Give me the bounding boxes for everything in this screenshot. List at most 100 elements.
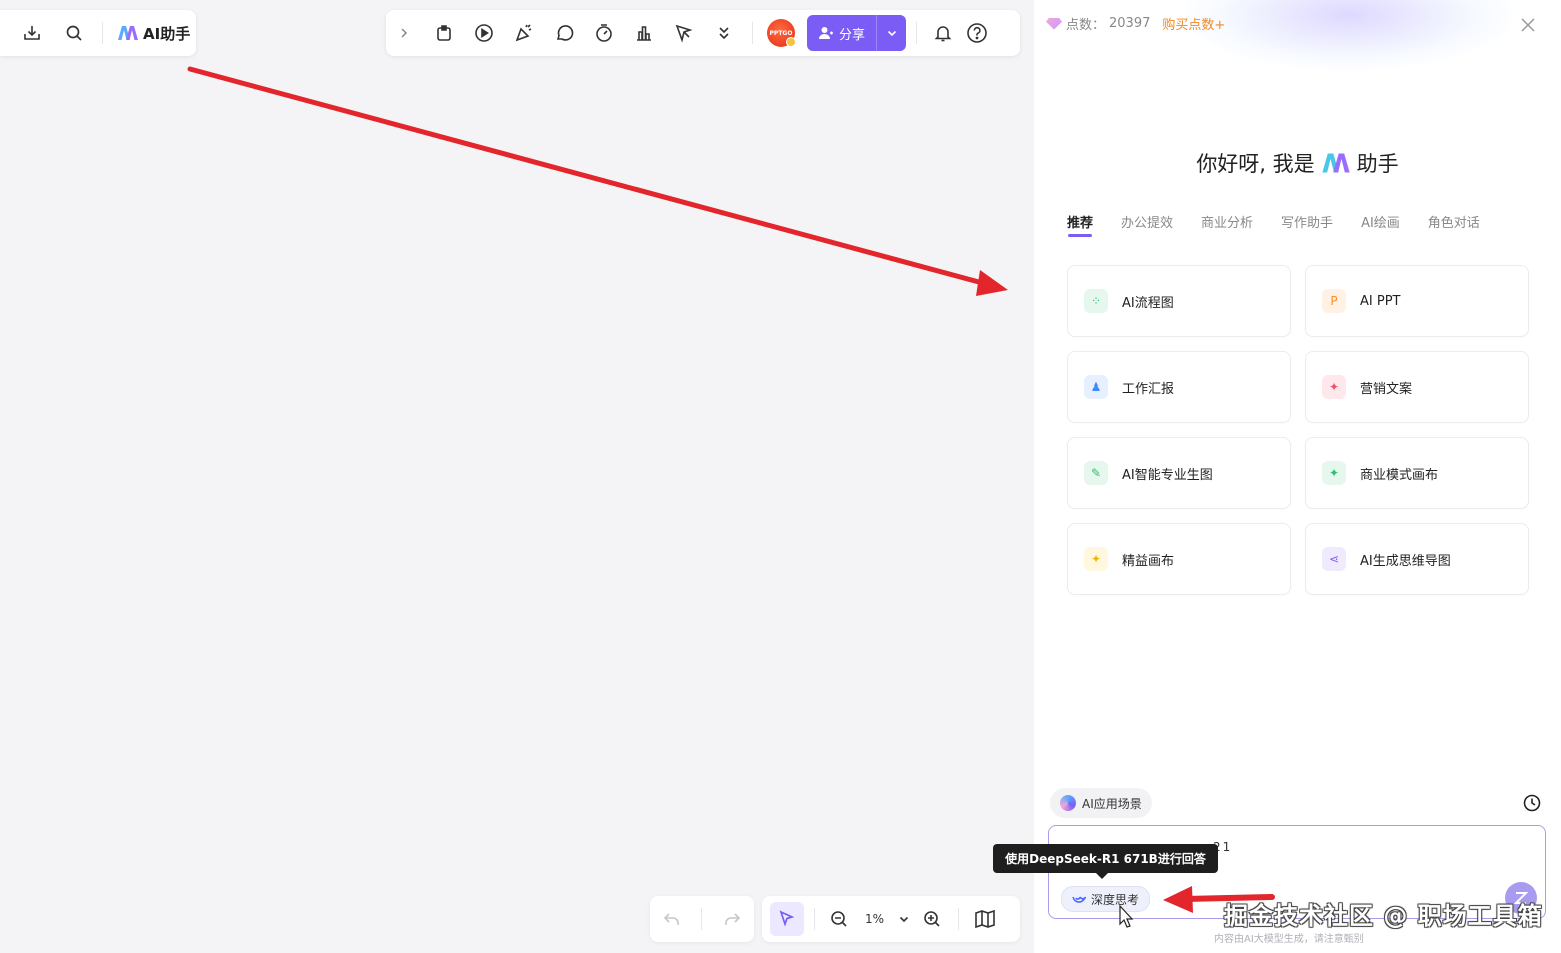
feature-card-label: AI PPT — [1360, 293, 1401, 309]
points-value: 20397 — [1109, 16, 1151, 31]
feature-card-icon: ⋖ — [1322, 547, 1346, 571]
feature-card[interactable]: ⁘ AI流程图 — [1067, 265, 1291, 337]
chevron-right-icon[interactable] — [390, 19, 418, 47]
share-button[interactable]: 分享 — [807, 15, 906, 51]
zoom-in-icon[interactable] — [918, 905, 946, 933]
feature-card[interactable]: ✦ 营销文案 — [1305, 351, 1529, 423]
gem-icon — [1046, 17, 1062, 30]
divider — [916, 22, 917, 44]
deep-think-label: 深度思考 — [1091, 892, 1140, 907]
cursor-icon — [779, 910, 795, 927]
status-dot — [786, 37, 796, 47]
feature-card[interactable]: P AI PPT — [1305, 265, 1529, 337]
feature-card-label: AI生成思维导图 — [1360, 553, 1451, 569]
zoom-dropdown-icon[interactable] — [890, 905, 918, 933]
whiteboard-canvas[interactable] — [0, 0, 1034, 953]
ai-scene-label: AI应用场景 — [1082, 796, 1142, 811]
panel-glow — [1184, 0, 1514, 70]
search-icon[interactable] — [60, 19, 88, 47]
top-left-toolbar: AI助手 — [0, 10, 196, 56]
help-icon[interactable] — [963, 19, 991, 47]
feature-card-icon: ✦ — [1322, 375, 1346, 399]
undo-icon[interactable] — [658, 905, 686, 933]
tab-role-chat[interactable]: 角色对话 — [1428, 212, 1480, 231]
comment-icon[interactable] — [550, 19, 578, 47]
deep-think-toggle[interactable]: 深度思考 — [1061, 886, 1151, 912]
close-icon[interactable] — [1519, 16, 1539, 36]
feature-card-icon: ✦ — [1084, 547, 1108, 571]
divider — [958, 908, 960, 930]
bell-icon[interactable] — [929, 19, 957, 47]
select-tool-button[interactable] — [770, 902, 804, 936]
divider — [814, 908, 815, 930]
ai-assistant-label: AI助手 — [143, 24, 191, 43]
tab-writing[interactable]: 写作助手 — [1281, 212, 1333, 231]
ai-assistant-panel: 点数： 20397 购买点数+ 你好呀, 我是 助手 推荐 办公提效 商业分析 … — [1034, 0, 1561, 953]
feature-card[interactable]: ✦ 商业模式画布 — [1305, 437, 1529, 509]
zoom-out-icon[interactable] — [825, 905, 853, 933]
add-user-icon — [819, 27, 833, 39]
feature-cards: ⁘ AI流程图 P AI PPT ♟ 工作汇报 ✦ 营销文案 ✎ AI智能专业生图 ✦ 商业模式画布 ✦… — [1067, 265, 1529, 595]
zoom-level[interactable]: 1% — [865, 912, 884, 926]
tab-business-analysis[interactable]: 商业分析 — [1201, 212, 1253, 231]
vote-icon[interactable] — [630, 19, 658, 47]
disclaimer: 内容由AI大模型生成，请注意甄别 — [1214, 934, 1364, 945]
buy-plus: + — [1214, 18, 1226, 33]
greeting-suffix: 助手 — [1356, 152, 1399, 176]
buy-points-link[interactable]: 购买点数+ — [1162, 14, 1225, 33]
feature-card-label: 商业模式画布 — [1360, 467, 1439, 483]
avatar[interactable]: PPTGO — [767, 19, 796, 47]
tab-ai-drawing[interactable]: AI绘画 — [1361, 212, 1400, 231]
ai-scene-button[interactable]: AI应用场景 — [1050, 788, 1152, 818]
feature-card[interactable]: ♟ 工作汇报 — [1067, 351, 1291, 423]
category-tabs: 推荐 办公提效 商业分析 写作助手 AI绘画 角色对话 — [1067, 212, 1480, 237]
ai-logo-icon — [1322, 153, 1350, 173]
chevron-down-icon — [887, 30, 896, 37]
divider — [752, 22, 753, 44]
share-dropdown[interactable] — [876, 15, 906, 51]
feature-card-label: 精益画布 — [1122, 553, 1175, 569]
tab-recommend[interactable]: 推荐 — [1067, 212, 1093, 237]
feature-card-icon: ✦ — [1322, 461, 1346, 485]
top-toolbar: PPTGO 分享 — [386, 10, 1020, 56]
avatar-text: PPTGO — [769, 29, 793, 37]
history-toolbar — [650, 896, 754, 942]
share-main[interactable]: 分享 — [807, 24, 876, 43]
download-icon[interactable] — [18, 19, 46, 47]
share-label: 分享 — [839, 27, 866, 43]
feature-card-icon: ✎ — [1084, 461, 1108, 485]
zoom-toolbar: 1% — [762, 896, 1020, 942]
feature-card[interactable]: ✦ 精益画布 — [1067, 523, 1291, 595]
buy-points-label: 购买点数 — [1162, 18, 1215, 33]
redo-icon[interactable] — [718, 905, 746, 933]
expand-more-icon[interactable] — [710, 19, 738, 47]
points-bar: 点数： 20397 购买点数+ — [1046, 14, 1225, 33]
feature-card-icon: ⁘ — [1084, 289, 1108, 313]
feature-card[interactable]: ✎ AI智能专业生图 — [1067, 437, 1291, 509]
sticky-note-icon[interactable] — [430, 19, 458, 47]
timer-icon[interactable] — [590, 19, 618, 47]
deepseek-icon — [1072, 896, 1086, 903]
celebrate-icon[interactable] — [510, 19, 538, 47]
greeting-prefix: 你好呀, 我是 — [1196, 152, 1315, 176]
ai-scene-icon — [1060, 795, 1076, 811]
laser-pointer-icon[interactable] — [670, 19, 698, 47]
feature-card-label: 营销文案 — [1360, 381, 1413, 397]
feature-card-icon: P — [1322, 289, 1346, 313]
history-icon[interactable] — [1523, 794, 1541, 812]
watermark: 掘金技术社区 @ 职场工具箱 — [1224, 902, 1543, 930]
points-label: 点数： — [1066, 18, 1106, 33]
feature-card-label: AI智能专业生图 — [1122, 467, 1213, 483]
ai-logo-icon — [118, 26, 138, 40]
divider — [701, 908, 703, 930]
feature-card-label: AI流程图 — [1122, 295, 1174, 311]
ai-assistant-button[interactable]: AI助手 — [117, 23, 190, 44]
deep-think-tooltip: 使用DeepSeek-R1 671B进行回答 — [993, 844, 1218, 879]
play-icon[interactable] — [470, 19, 498, 47]
feature-card-icon: ♟ — [1084, 375, 1108, 399]
minimap-icon[interactable] — [971, 905, 999, 933]
feature-card[interactable]: ⋖ AI生成思维导图 — [1305, 523, 1529, 595]
tab-office[interactable]: 办公提效 — [1121, 212, 1173, 231]
greeting: 你好呀, 我是 助手 — [1034, 148, 1561, 178]
divider — [102, 22, 103, 44]
